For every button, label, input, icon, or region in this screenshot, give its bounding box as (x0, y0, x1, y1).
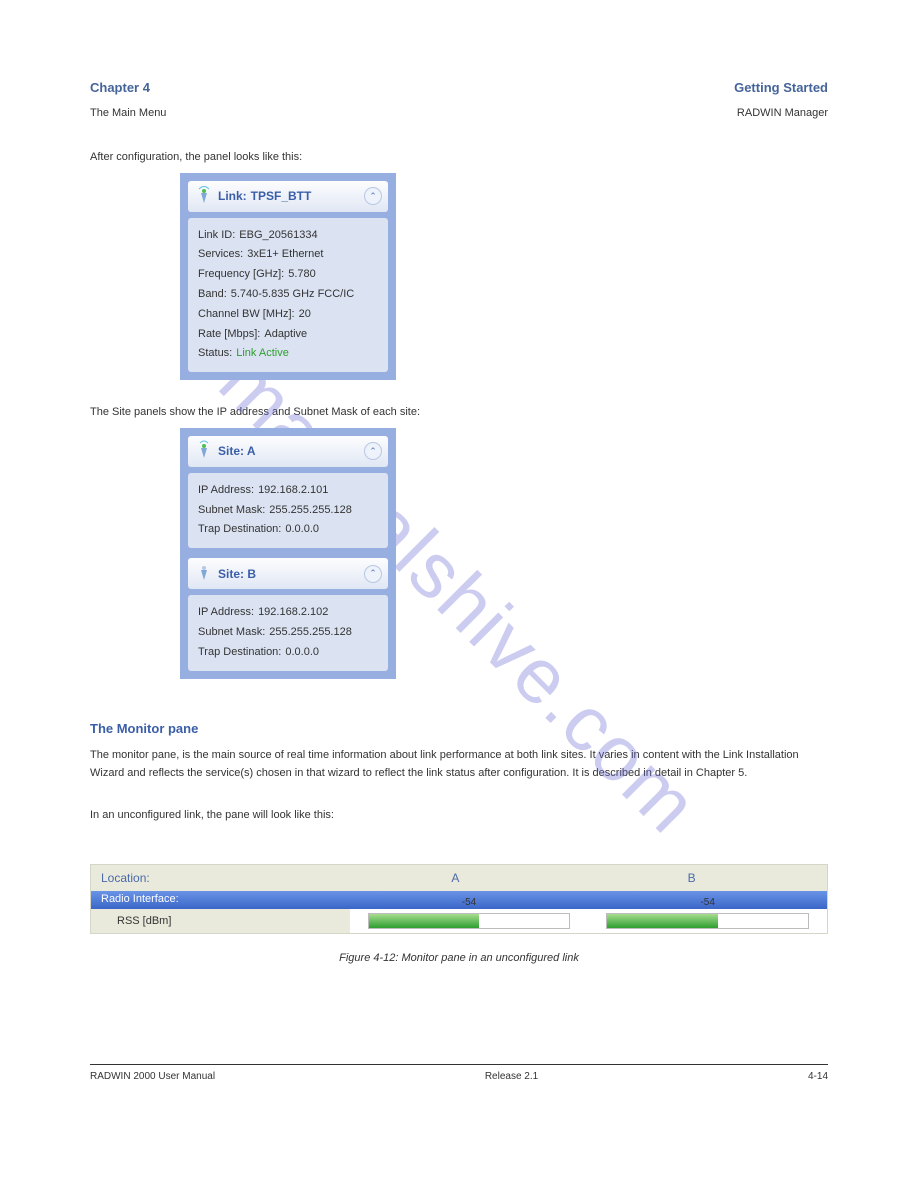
field-label: Band: (198, 288, 227, 300)
field-label: Link ID: (198, 229, 235, 241)
monitor-heading: The Monitor pane (90, 719, 828, 740)
sub-left: The Main Menu (90, 107, 166, 119)
field-value: Adaptive (264, 328, 307, 340)
monitor-unconfig-text: In an unconfigured link, the pane will l… (90, 807, 828, 825)
collapse-button[interactable]: ⌃ (364, 187, 382, 205)
site-a-header: Site: A ⌃ (188, 436, 388, 467)
site-b-title: Site: B (218, 567, 256, 581)
field-label: IP Address: (198, 606, 254, 618)
field-value: 3xE1+ Ethernet (247, 248, 323, 260)
page-subheader: The Main Menu RADWIN Manager (90, 107, 828, 119)
location-b: B (574, 871, 810, 885)
field-value: 0.0.0.0 (285, 646, 319, 658)
field-label: Trap Destination: (198, 646, 281, 658)
link-panel-body: Link ID: EBG_20561334 Services: 3xE1+ Ethe… (188, 218, 388, 373)
link-title-value: TPSF_BTT (251, 189, 312, 203)
location-row: Location: A B (91, 865, 827, 891)
site-b-body: IP Address: 192.168.2.102 Subnet Mask: 255… (188, 595, 388, 670)
footer-left: RADWIN 2000 User Manual (90, 1071, 215, 1082)
footer-rule (90, 1064, 828, 1065)
field-value: EBG_20561334 (239, 229, 317, 241)
link-icon (194, 185, 214, 208)
page-header: Chapter 4 Getting Started (90, 80, 828, 95)
collapse-button[interactable]: ⌃ (364, 442, 382, 460)
footer-right: 4-14 (808, 1071, 828, 1082)
rss-val-b: -54 (588, 897, 827, 908)
collapse-button[interactable]: ⌃ (364, 565, 382, 583)
site-text: The Site panels show the IP address and … (90, 404, 828, 422)
status-label: Status: (198, 347, 232, 359)
field-value: 192.168.2.101 (258, 484, 328, 496)
page-footer: RADWIN 2000 User Manual Release 2.1 4-14 (90, 1071, 828, 1082)
site-a-body: IP Address: 192.168.2.101 Subnet Mask: 255… (188, 473, 388, 548)
chapter-title: Getting Started (734, 80, 828, 95)
rss-label: RSS [dBm] (91, 909, 350, 933)
site-a-title: Site: A (218, 444, 256, 458)
rss-row: RSS [dBm] -54 -54 (91, 909, 827, 933)
field-value: 192.168.2.102 (258, 606, 328, 618)
rss-val-a: -54 (350, 897, 589, 908)
field-label: Subnet Mask: (198, 504, 265, 516)
sub-right: RADWIN Manager (737, 107, 828, 119)
field-label: Rate [Mbps]: (198, 328, 260, 340)
link-title-prefix: Link: (218, 189, 247, 203)
rss-bar-b (607, 914, 717, 928)
figure-caption: Figure 4-12: Monitor pane in an unconfig… (90, 952, 828, 964)
site-b-header: Site: B ⌃ (188, 558, 388, 589)
site-icon (194, 562, 214, 585)
field-value: 0.0.0.0 (285, 523, 319, 535)
status-value: Link Active (236, 347, 289, 359)
field-label: Subnet Mask: (198, 626, 265, 638)
link-panel: Link: TPSF_BTT ⌃ Link ID: EBG_20561334 Se… (180, 173, 396, 381)
field-label: IP Address: (198, 484, 254, 496)
link-panel-header: Link: TPSF_BTT ⌃ (188, 181, 388, 212)
location-label: Location: (101, 871, 337, 885)
site-icon (194, 440, 214, 463)
chapter-label: Chapter 4 (90, 80, 150, 95)
monitor-text: The monitor pane, is the main source of … (90, 747, 828, 782)
field-label: Channel BW [MHz]: (198, 308, 295, 320)
field-label: Frequency [GHz]: (198, 268, 284, 280)
footer-center: Release 2.1 (485, 1071, 538, 1082)
site-a-panel: Site: A ⌃ IP Address: 192.168.2.101 Subne… (180, 428, 396, 679)
rss-value-b: -54 (588, 909, 827, 933)
field-label: Trap Destination: (198, 523, 281, 535)
monitor-table: Location: A B Radio Interface: RSS [dBm]… (90, 864, 828, 934)
intro-text: After configuration, the panel looks lik… (90, 149, 828, 167)
field-value: 255.255.255.128 (269, 626, 352, 638)
field-value: 255.255.255.128 (269, 504, 352, 516)
rss-value-a: -54 (350, 909, 589, 933)
field-label: Services: (198, 248, 243, 260)
rss-bar-a (369, 914, 479, 928)
field-value: 20 (299, 308, 311, 320)
location-a: A (337, 871, 573, 885)
field-value: 5.740-5.835 GHz FCC/IC (231, 288, 355, 300)
field-value: 5.780 (288, 268, 316, 280)
